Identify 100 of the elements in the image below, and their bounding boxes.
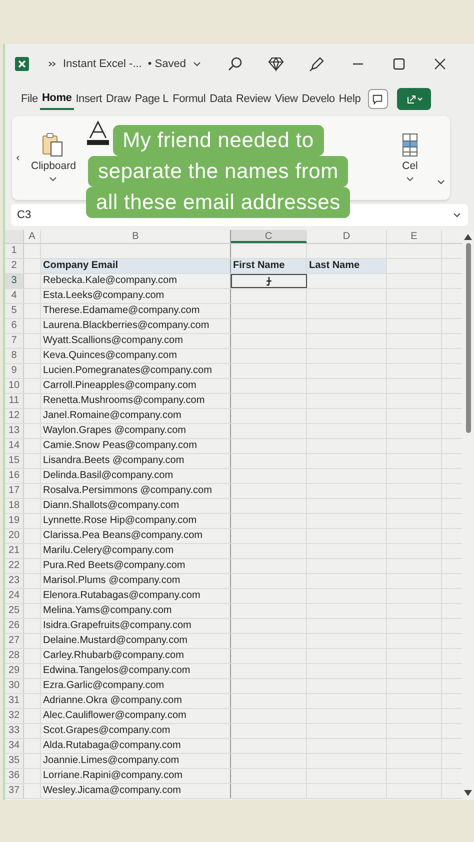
window-title: Instant Excel -... (63, 58, 142, 70)
row-number[interactable]: 13 (5, 424, 24, 438)
row-number[interactable]: 2 (5, 259, 24, 273)
table-cell: Wyatt.Scallions@company.com (41, 334, 231, 348)
row-number[interactable]: 19 (5, 514, 24, 528)
row-number[interactable]: 34 (5, 739, 24, 753)
scroll-up-icon[interactable] (464, 234, 472, 240)
share-button[interactable] (396, 88, 431, 110)
table-cell: Wesley.Jicama@company.com (41, 784, 231, 798)
ribbon-tab[interactable]: Review (234, 89, 273, 109)
pen-icon[interactable] (308, 56, 325, 72)
search-icon[interactable] (226, 56, 243, 72)
row-number[interactable]: 24 (5, 589, 24, 603)
caret-icon[interactable] (192, 59, 202, 69)
row-number[interactable]: 23 (5, 574, 24, 588)
table-cell: Isidra.Grapefruits@company.com (41, 619, 231, 633)
row-number[interactable]: 16 (5, 469, 24, 483)
table-cell: Melina.Yams@company.com (41, 604, 231, 618)
table-cell: Esta.Leeks@company.com (41, 289, 231, 303)
ribbon-tab[interactable]: Page L (132, 89, 171, 109)
row-number[interactable]: 4 (5, 289, 24, 303)
row-number[interactable]: 30 (5, 679, 24, 693)
row-number[interactable]: 6 (5, 319, 24, 333)
ribbon-tab[interactable]: Help (336, 89, 363, 109)
font-color-icon[interactable] (86, 120, 110, 146)
row-number[interactable]: 36 (5, 769, 24, 783)
row-number[interactable]: 27 (5, 634, 24, 648)
table-cell: Alec.Cauliflower@company.com (41, 709, 231, 723)
ribbon-tab[interactable]: Insert (74, 89, 104, 109)
scroll-left-icon[interactable] (15, 153, 21, 163)
ribbon-tab[interactable]: View (272, 89, 300, 109)
row-number[interactable]: 3 (5, 274, 24, 288)
table-cell: Joannie.Limes@company.com (41, 754, 231, 768)
ribbon-tab[interactable]: Develo (300, 89, 337, 109)
row-number[interactable]: 28 (5, 649, 24, 663)
row-number[interactable]: 32 (5, 709, 24, 723)
table-cell: Lynnette.Rose Hip@company.com (41, 514, 231, 528)
row-number[interactable]: 5 (5, 304, 24, 318)
close-icon[interactable] (432, 56, 448, 72)
table-cell: Lisandra.Beets @company.com (41, 454, 231, 468)
row-number[interactable]: 8 (5, 349, 24, 363)
table-cell: Waylon.Grapes @company.com (41, 424, 231, 438)
row-number[interactable]: 14 (5, 439, 24, 453)
row-number[interactable]: 9 (5, 364, 24, 378)
table-cell: Carley.Rhubarb@company.com (41, 649, 231, 663)
row-number[interactable]: 10 (5, 379, 24, 393)
column-header[interactable]: A (24, 230, 41, 243)
ribbon-tab[interactable]: File (19, 89, 40, 109)
diamond-icon[interactable] (268, 56, 284, 72)
excel-logo-icon (15, 57, 29, 71)
row-number[interactable]: 18 (5, 499, 24, 513)
name-box[interactable]: C3 (17, 209, 32, 221)
ribbon-group-label[interactable]: Cel (402, 160, 418, 172)
row-number[interactable]: 15 (5, 454, 24, 468)
row-number[interactable]: 21 (5, 544, 24, 558)
table-cell: Scot.Grapes@company.com (41, 724, 231, 738)
column-header[interactable]: C (231, 230, 307, 243)
row-number[interactable]: 37 (5, 784, 24, 798)
row-number[interactable]: 11 (5, 394, 24, 408)
table-header-cell: Company Email (41, 259, 231, 273)
ribbon-tab[interactable]: Home (40, 88, 74, 110)
row-number[interactable]: 12 (5, 409, 24, 423)
table-header-cell: Last Name (307, 259, 387, 273)
row-number[interactable]: 33 (5, 724, 24, 738)
table-cell: Carroll.Pineapples@company.com (41, 379, 231, 393)
caret-icon[interactable] (48, 174, 58, 184)
row-number[interactable]: 25 (5, 604, 24, 618)
ribbon-tab[interactable]: Formul (170, 89, 208, 109)
ribbon-group-label[interactable]: Clipboard (31, 160, 76, 172)
column-header[interactable]: D (307, 230, 387, 243)
expand-ribbon-icon[interactable] (436, 177, 446, 187)
table-cell: Elenora.Rutabagas@company.com (41, 589, 231, 603)
ribbon-tab[interactable]: Draw (104, 89, 133, 109)
row-number[interactable]: 35 (5, 754, 24, 768)
ribbon-tab[interactable]: Data (208, 89, 234, 109)
table-cell: Ezra.Garlic@company.com (41, 679, 231, 693)
select-all-corner[interactable] (5, 230, 24, 243)
scroll-down-icon[interactable] (464, 790, 472, 796)
row-number[interactable]: 22 (5, 559, 24, 573)
row-number[interactable]: 1 (5, 244, 24, 258)
row-number[interactable]: 7 (5, 334, 24, 348)
row-number[interactable]: 31 (5, 694, 24, 708)
row-number[interactable]: 17 (5, 484, 24, 498)
table-cell: Diann.Shallots@company.com (41, 499, 231, 513)
table-cell: Keva.Quinces@company.com (41, 349, 231, 363)
table-cell: Marisol.Plums @company.com (41, 574, 231, 588)
column-header[interactable]: E (387, 230, 442, 243)
row-number[interactable]: 29 (5, 664, 24, 678)
clipboard-icon[interactable] (41, 132, 66, 158)
share-icon (404, 93, 423, 105)
comment-button[interactable] (368, 89, 388, 109)
table-cell: Alda.Rutabaga@company.com (41, 739, 231, 753)
expand-formula-icon[interactable] (452, 210, 462, 220)
maximize-icon[interactable] (390, 56, 407, 72)
table-cell: Edwina.Tangelos@company.com (41, 664, 231, 678)
caret-icon[interactable] (405, 174, 415, 184)
row-number[interactable]: 20 (5, 529, 24, 543)
row-number[interactable]: 26 (5, 619, 24, 633)
chevron-icon[interactable] (47, 59, 57, 69)
selected-cell[interactable] (231, 274, 307, 288)
